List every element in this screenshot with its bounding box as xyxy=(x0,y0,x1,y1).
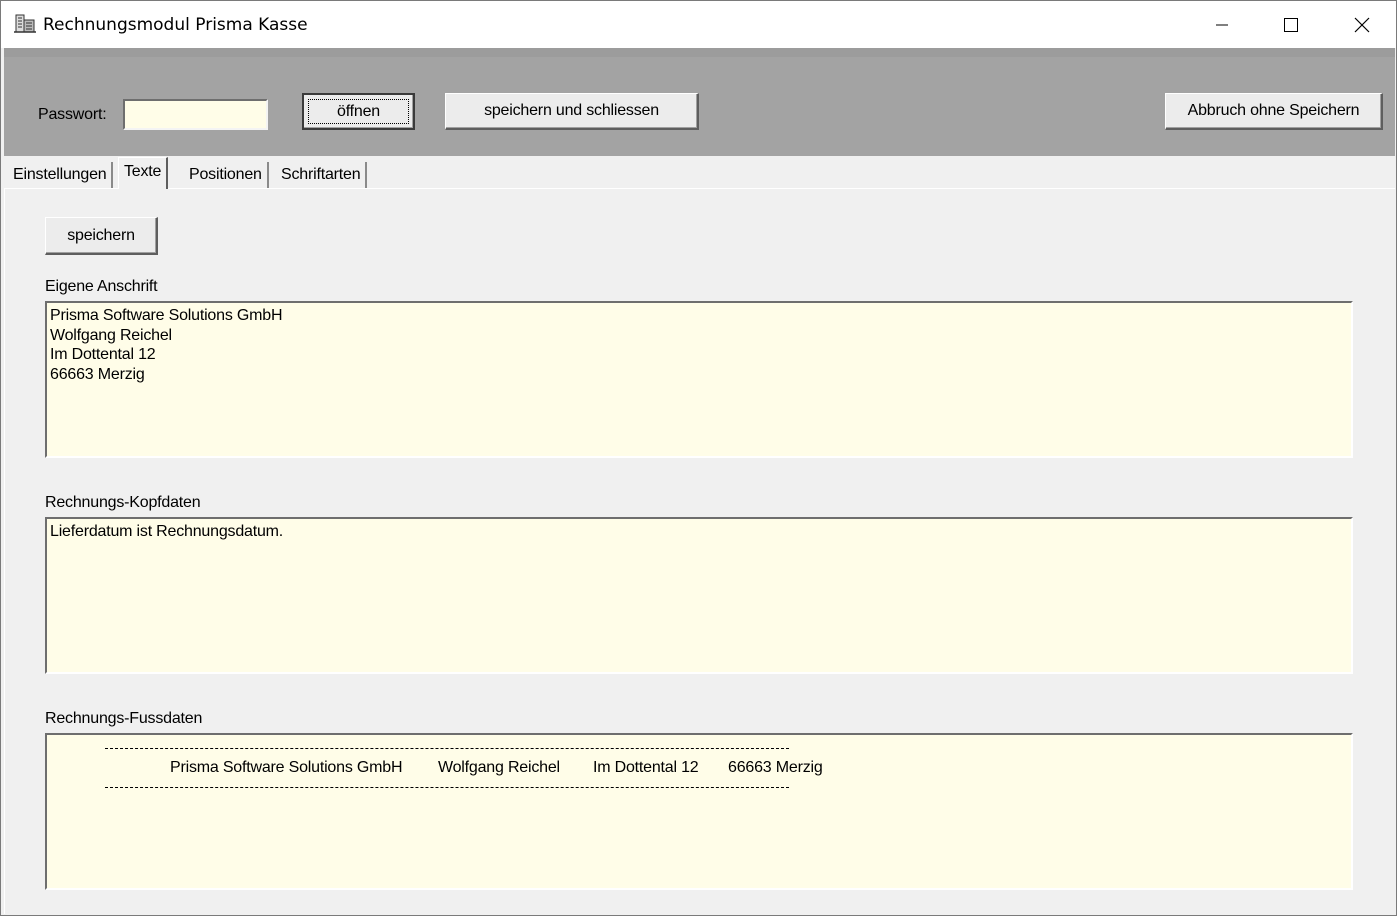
address-textarea[interactable]: Prisma Software Solutions GmbH Wolfgang … xyxy=(45,301,1353,458)
footer-company: Prisma Software Solutions GmbH xyxy=(170,759,403,776)
window-title: Rechnungsmodul Prisma Kasse xyxy=(43,15,308,35)
footer-person: Wolfgang Reichel xyxy=(438,759,560,776)
minimize-icon xyxy=(1216,24,1228,25)
tab-schriftarten[interactable]: Schriftarten xyxy=(276,162,368,188)
maximize-button[interactable] xyxy=(1268,1,1314,48)
password-input[interactable] xyxy=(123,99,268,130)
header-data-textarea[interactable]: Lieferdatum ist Rechnungsdatum. xyxy=(45,517,1353,674)
save-and-close-button[interactable]: speichern und schliessen xyxy=(445,93,699,130)
footer-dash-line-top xyxy=(105,748,789,749)
tab-panel-texte: speichern Eigene Anschrift Prisma Softwa… xyxy=(4,189,1395,914)
tab-strip: Einstellungen Texte Positionen Schriftar… xyxy=(4,156,1395,189)
tab-texte[interactable]: Texte xyxy=(118,157,169,189)
close-button[interactable] xyxy=(1339,1,1385,48)
building-icon xyxy=(14,12,36,34)
footer-line: Prisma Software Solutions GmbH Wolfgang … xyxy=(47,758,1351,780)
footer-data-textarea[interactable]: Prisma Software Solutions GmbH Wolfgang … xyxy=(45,733,1353,890)
toolbar: Passwort: öffnen speichern und schliesse… xyxy=(4,48,1395,156)
footer-street: Im Dottental 12 xyxy=(593,759,699,776)
footer-city: 66663 Merzig xyxy=(728,759,823,776)
title-bar[interactable]: Rechnungsmodul Prisma Kasse xyxy=(1,1,1396,48)
tab-positionen[interactable]: Positionen xyxy=(184,162,269,188)
focus-rectangle xyxy=(308,99,409,124)
close-icon xyxy=(1354,17,1370,32)
open-button[interactable]: öffnen xyxy=(302,93,415,130)
header-data-label: Rechnungs-Kopfdaten xyxy=(45,494,201,511)
maximize-icon xyxy=(1284,17,1298,32)
save-button[interactable]: speichern xyxy=(45,217,158,255)
password-label: Passwort: xyxy=(38,106,107,123)
footer-data-label: Rechnungs-Fussdaten xyxy=(45,710,203,727)
footer-dash-line-bottom xyxy=(105,787,789,788)
address-label: Eigene Anschrift xyxy=(45,278,158,295)
tab-einstellungen[interactable]: Einstellungen xyxy=(8,162,114,188)
minimize-button[interactable] xyxy=(1199,1,1245,48)
cancel-without-saving-button[interactable]: Abbruch ohne Speichern xyxy=(1165,93,1383,130)
app-window: Rechnungsmodul Prisma Kasse Passwort: öf… xyxy=(0,0,1397,916)
